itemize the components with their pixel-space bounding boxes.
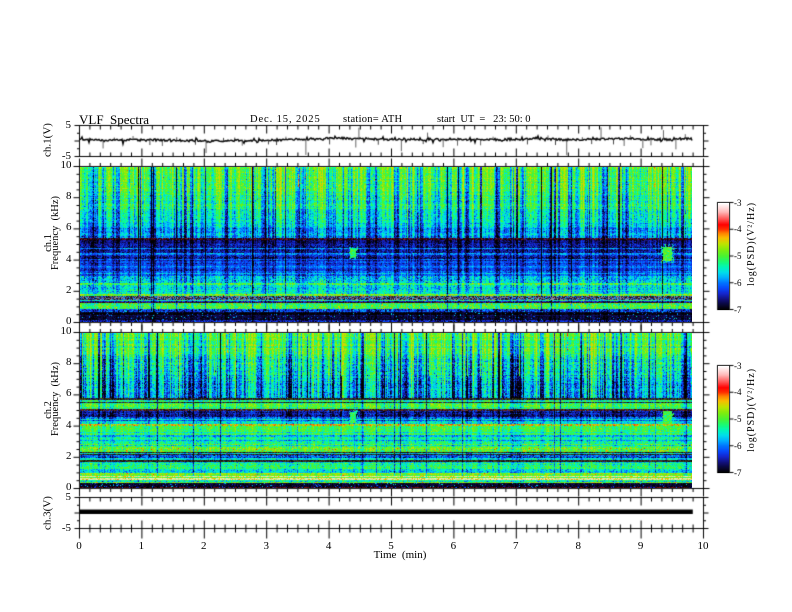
y-tick-label-ch2_spec-10: 10	[60, 325, 72, 337]
y-tick-label-ch2_spec-8: 8	[66, 356, 72, 369]
vlf-spectra-figure: VLF Spectra Dec. 15, 2025 station= ATH s…	[0, 0, 792, 612]
colorbar-1-label: log(PSD)(V²/Hz)	[745, 201, 757, 286]
y-tick-label-ch2_spec-6: 6	[66, 387, 72, 400]
x-tick-label-1: 1	[138, 539, 145, 552]
x-tick-label-7: 7	[513, 539, 519, 552]
colorbar-1-tick-label--7: -7	[734, 304, 742, 315]
y-tick-label-ch1_spec-2: 2	[66, 283, 72, 296]
colorbar-2-tick-label--5: -5	[734, 414, 742, 424]
ch1-spectrogram-image	[80, 167, 692, 322]
colorbar-1-gradient	[718, 203, 729, 310]
colorbar-1-tick-label--5: -5	[734, 251, 742, 261]
y-tick-label-ch2_spec-2: 2	[66, 449, 72, 462]
x-tick-label-8: 8	[575, 539, 581, 552]
x-tick-label-2: 2	[201, 539, 207, 552]
colorbar-2-tick-label--3: -3	[734, 360, 742, 371]
y-tick-label-ch3_wave-bottom: -5	[61, 522, 71, 534]
colorbar-2-tick-label--7: -7	[734, 467, 742, 478]
colorbar-1-tick-label--3: -3	[734, 197, 742, 208]
colorbar-1-tick-label--6: -6	[734, 277, 742, 288]
x-tick-label-4: 4	[325, 539, 332, 552]
y-tick-label-ch1_wave-top: 5	[65, 119, 72, 131]
x-tick-label-9: 9	[637, 539, 644, 552]
ch2-spectrogram-image	[80, 333, 692, 488]
colorbar-2-tick-label--6: -6	[734, 440, 742, 451]
y-tick-label-ch2_spec-4: 4	[66, 418, 72, 431]
time-axis-label: Time (min)	[373, 549, 427, 561]
y-tick-label-ch1_spec-10: 10	[60, 159, 72, 171]
x-tick-label-5: 5	[388, 539, 394, 552]
x-tick-label-0: 0	[76, 539, 82, 552]
x-tick-label-10: 10	[697, 539, 709, 552]
y-tick-label-ch1_spec-6: 6	[66, 221, 72, 234]
y-tick-label-ch1_spec-8: 8	[66, 190, 72, 203]
colorbar-2-gradient	[718, 366, 729, 473]
colorbar-1-tick-label--4: -4	[734, 224, 742, 235]
plot-title: VLF Spectra	[79, 112, 150, 127]
date-label: Dec. 15, 2025	[250, 113, 321, 125]
y-tick-label-ch1_spec-4: 4	[66, 252, 72, 265]
colorbar-2-tick-label--4: -4	[734, 387, 742, 398]
station-label: station= ATH	[343, 113, 403, 125]
x-tick-label-3: 3	[263, 539, 269, 552]
x-tick-label-6: 6	[450, 539, 457, 552]
y-tick-label-ch2_spec-0: 0	[66, 481, 72, 493]
colorbar-2-label: log(PSD)(V²/Hz)	[745, 367, 757, 452]
y-tick-label-ch3_wave-top: 5	[65, 491, 72, 503]
start-ut-label: start UT = 23: 50: 0	[437, 113, 531, 125]
